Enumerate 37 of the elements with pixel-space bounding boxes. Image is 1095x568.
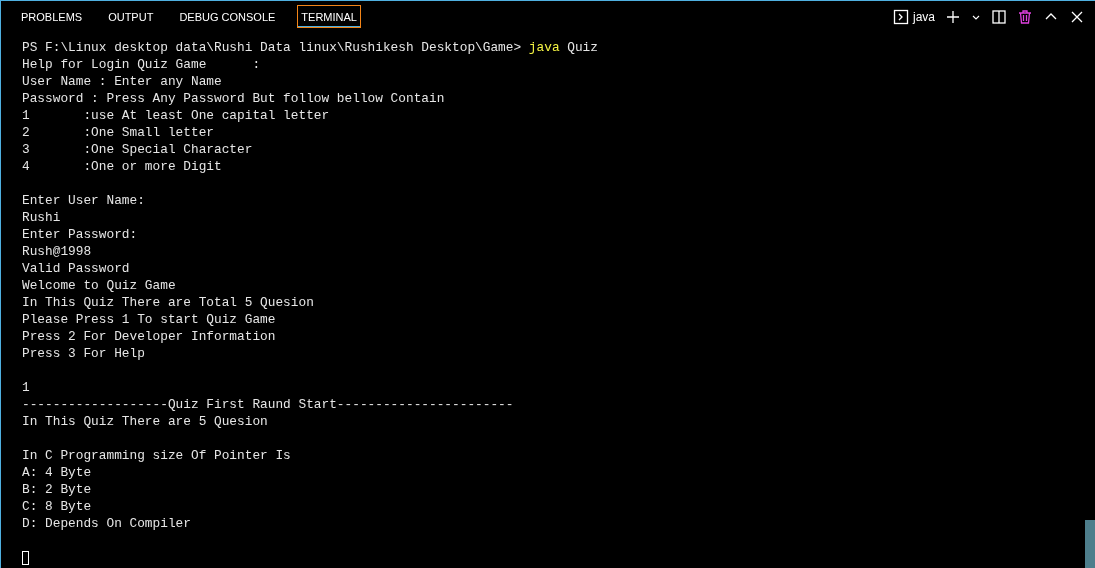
panel-tab[interactable]: PROBLEMS — [17, 5, 87, 28]
output-line: 3 :One Special Character — [22, 142, 253, 157]
trash-icon[interactable] — [1017, 8, 1033, 25]
terminal-icon[interactable] — [893, 8, 909, 25]
output-line: Press 2 For Developer Information — [22, 329, 276, 344]
output-line: Password : Press Any Password But follow bellow Contain — [22, 91, 445, 106]
output-line: 2 :One Small letter — [22, 125, 214, 140]
output-line: B: 2 Byte — [22, 482, 92, 497]
terminal-cursor — [22, 551, 29, 565]
plus-icon[interactable] — [945, 8, 961, 25]
output-line: 1 :use At least One capital letter — [22, 108, 330, 123]
output-line: C: 8 Byte — [22, 499, 92, 514]
output-line: Rush@1998 — [22, 244, 92, 259]
output-line: -------------------Quiz First Raund Start----------------------- — [22, 397, 514, 412]
output-line: Enter User Name: — [22, 193, 145, 208]
output-line: In This Quiz There are 5 Quesion — [22, 414, 268, 429]
command-line: PS F:\Linux desktop data\Rushi Data linux\Rushikesh Desktop\Game> java Quiz — [22, 40, 598, 55]
split-icon[interactable] — [991, 8, 1007, 25]
terminal-name[interactable]: java — [913, 9, 935, 24]
output-line: Help for Login Quiz Game : — [22, 57, 261, 72]
output-line: Valid Password — [22, 261, 130, 276]
output-line: Welcome to Quiz Game — [22, 278, 176, 293]
output-line: In C Programming size Of Pointer Is — [22, 448, 291, 463]
output-line: D: Depends On Compiler — [22, 516, 191, 531]
output-line: Press 3 For Help — [22, 346, 145, 361]
output-line: Rushi — [22, 210, 61, 225]
output-line: 4 :One or more Digit — [22, 159, 222, 174]
output-line: Please Press 1 To start Quiz Game — [22, 312, 276, 327]
panel-tab[interactable]: TERMINAL — [297, 5, 361, 28]
panel-tab[interactable]: DEBUG CONSOLE — [175, 5, 280, 28]
output-line: In This Quiz There are Total 5 Quesion — [22, 295, 314, 310]
scrollbar-thumb[interactable] — [1085, 520, 1095, 568]
output-line: 1 — [22, 380, 30, 395]
output-line: A: 4 Byte — [22, 465, 92, 480]
output-line: Enter Password: — [22, 227, 138, 242]
panel-tab[interactable]: OUTPUT — [104, 5, 158, 28]
output-line: User Name : Enter any Name — [22, 74, 222, 89]
